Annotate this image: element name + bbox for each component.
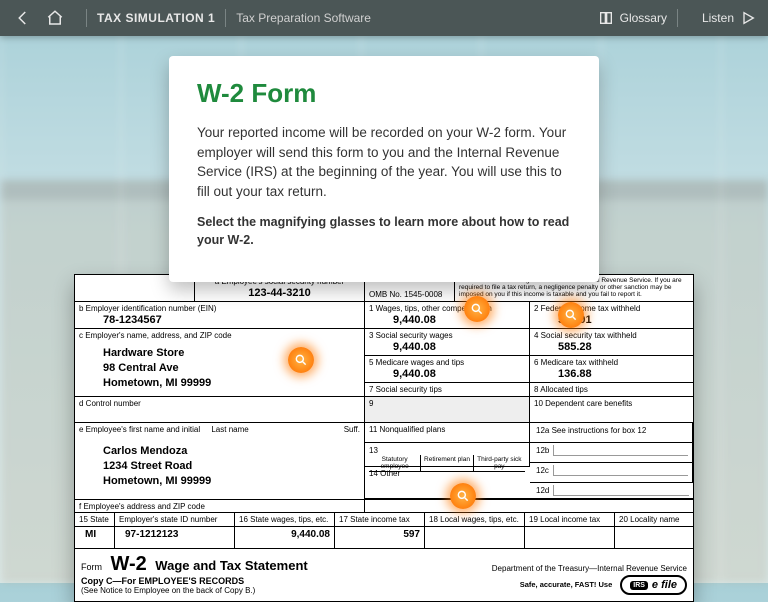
box-b-value: 78-1234567 [79, 313, 360, 326]
box-11-label: 11 Nonqualified plans [369, 425, 525, 434]
page-description: Your reported income will be recorded on… [197, 123, 571, 201]
box-17-value: 597 [339, 529, 420, 540]
box-1-value: 9,440.08 [369, 313, 525, 326]
hotspot-state-row[interactable] [450, 483, 476, 509]
box-15-state-value: MI [79, 529, 110, 540]
form-title: Wage and Tax Statement [155, 558, 307, 573]
box-c-label: c Employer's name, address, and ZIP code [79, 331, 360, 340]
employer-name: Hardware Store [103, 346, 360, 361]
back-button[interactable] [12, 7, 34, 29]
box-d-label: d Control number [79, 399, 360, 408]
box-3-value: 9,440.08 [369, 340, 525, 353]
box-17-label: 17 State income tax [339, 515, 420, 524]
box-e-suffix-label: Suff. [344, 425, 360, 434]
box-12c-label: 12c [534, 465, 554, 476]
hotspot-box-d[interactable] [288, 347, 314, 373]
glossary-button[interactable]: Glossary [598, 10, 667, 26]
box-6-label: 6 Medicare tax withheld [534, 358, 689, 367]
box-8-label: 8 Allocated tips [534, 385, 689, 394]
box-14-label: 14 Other [369, 469, 526, 478]
app-subtitle: Tax Preparation Software [236, 11, 371, 25]
box-12b-label: 12b [534, 445, 554, 456]
omb-number: OMB No. 1545-0008 [369, 290, 442, 299]
info-card: W-2 Form Your reported income will be re… [169, 56, 599, 282]
efile-badge: IRS e file [620, 575, 687, 595]
box-3-label: 3 Social security wages [369, 331, 525, 340]
magnify-icon [456, 489, 470, 503]
box-7-label: 7 Social security tips [369, 385, 525, 394]
box-4-label: 4 Social security tax withheld [534, 331, 689, 340]
employee-name: Carlos Mendoza [103, 444, 360, 459]
page-title: W-2 Form [197, 78, 571, 109]
box-12d-label: 12d [534, 485, 554, 496]
box-5-label: 5 Medicare wages and tips [369, 358, 525, 367]
dept-line: Department of the Treasury—Internal Reve… [492, 564, 687, 573]
box-18-label: 18 Local wages, tips, etc. [429, 515, 520, 524]
box-1-label: 1 Wages, tips, other compensation [369, 304, 525, 313]
form-name: W-2 [111, 553, 147, 575]
listen-button[interactable]: Listen [702, 10, 756, 26]
box-16-value: 9,440.08 [239, 529, 330, 540]
employer-street: 98 Central Ave [103, 361, 360, 376]
box-9-label: 9 [369, 399, 525, 408]
box-10-label: 10 Dependent care benefits [534, 399, 689, 408]
magnify-icon [294, 353, 308, 367]
box-12a-label: 12a See instructions for box 12 [534, 425, 648, 436]
top-bar: TAX SIMULATION 1 Tax Preparation Softwar… [0, 0, 768, 36]
form-label: Form [81, 562, 102, 572]
box-a-value: 123-44-3210 [199, 286, 360, 299]
box-4-value: 585.28 [534, 340, 689, 353]
box-5-value: 9,440.08 [369, 367, 525, 380]
box-16-label: 16 State wages, tips, etc. [239, 515, 330, 524]
box-e-lastname-label: Last name [211, 425, 343, 434]
w2-form: a Employee's social security number 123-… [74, 274, 694, 602]
box-15-id-value: 97-1212123 [119, 529, 230, 540]
employee-city: Hometown, MI 99999 [103, 474, 360, 489]
hotspot-box-3[interactable] [464, 296, 490, 322]
page-instruction: Select the magnifying glasses to learn m… [197, 213, 571, 249]
hotspot-box-4[interactable] [558, 302, 584, 328]
magnify-icon [564, 308, 578, 322]
box-15-id-label: Employer's state ID number [119, 515, 230, 524]
box-b-label: b Employer identification number (EIN) [79, 304, 360, 313]
box-19-label: 19 Local income tax [529, 515, 610, 524]
box-e-label: e Employee's first name and initial [79, 425, 211, 434]
notice-line: (See Notice to Employee on the back of C… [81, 586, 492, 595]
box-f-label: f Employee's address and ZIP code [79, 502, 360, 511]
employee-street: 1234 Street Road [103, 459, 360, 474]
box-15-state-label: 15 State [79, 515, 110, 524]
book-icon [598, 10, 614, 26]
box-6-value: 136.88 [534, 367, 689, 380]
copy-line: Copy C—For EMPLOYEE'S RECORDS [81, 576, 492, 586]
play-icon [740, 10, 756, 26]
home-button[interactable] [44, 7, 66, 29]
box-20-label: 20 Locality name [619, 515, 689, 524]
box-13-label: 13 [369, 446, 378, 455]
employer-city: Hometown, MI 99999 [103, 376, 360, 391]
app-title: TAX SIMULATION 1 [97, 11, 215, 25]
magnify-icon [470, 302, 484, 316]
